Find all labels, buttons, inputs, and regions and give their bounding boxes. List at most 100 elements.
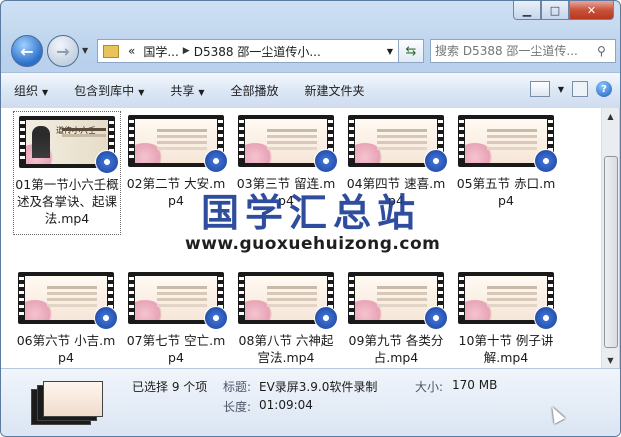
address-bar[interactable]: « 国学... ▶ D5388 邵一尘道传小... ▼: [97, 39, 399, 63]
play-all-label: 全部播放: [230, 84, 279, 98]
stack-thumb: [43, 381, 103, 417]
back-button[interactable]: ←: [11, 35, 43, 67]
film-perforation: [349, 120, 354, 162]
details-pane: 已选择 9 个项 标题: EV录屏3.9.0软件录制 大小: 170 MB 长度…: [1, 368, 620, 436]
video-thumbnail: [238, 115, 338, 173]
scroll-up-icon[interactable]: ▲: [602, 108, 619, 124]
new-folder-button[interactable]: 新建文件夹: [292, 82, 378, 99]
film-perforation: [239, 277, 244, 319]
address-prefix[interactable]: «: [124, 44, 139, 58]
file-name: 04第四节 速喜.mp4: [346, 176, 446, 208]
search-box[interactable]: ⚲: [430, 39, 616, 63]
file-item[interactable]: 04第四节 速喜.mp4: [343, 111, 449, 209]
navigation-bar: ← → ▼ « 国学... ▶ D5388 邵一尘道传小... ▼ ⇆ ⚲: [9, 33, 616, 69]
file-item[interactable]: 10第十节 例子讲解.mp4: [453, 268, 559, 366]
refresh-button[interactable]: ⇆: [398, 39, 424, 63]
file-name: 01第一节小六壬概述及各掌诀、起课法.mp4: [15, 177, 119, 226]
video-thumbnail: [128, 115, 228, 173]
file-name: 07第七节 空亡.mp4: [126, 333, 226, 365]
chevron-down-icon[interactable]: ▼: [382, 47, 398, 56]
file-name: 02第二节 大安.mp4: [126, 176, 226, 208]
file-item[interactable]: 道传小六壬 01第一节小六壬概述及各掌诀、起课法.mp4: [13, 111, 121, 235]
close-button[interactable]: ✕: [569, 1, 614, 20]
chevron-down-icon: ▼: [42, 88, 49, 97]
selected-count: 已选择 9 个项: [132, 380, 208, 394]
scroll-down-icon[interactable]: ▼: [602, 352, 619, 368]
recent-pages-dropdown[interactable]: ▼: [82, 46, 88, 55]
maximize-button[interactable]: □: [541, 1, 569, 20]
media-player-icon: [314, 149, 338, 173]
watermark-url: www.guoxuehuizong.com: [185, 234, 441, 254]
caption-buttons: ▁ □ ✕: [513, 1, 614, 20]
search-input[interactable]: [431, 43, 597, 59]
media-player-icon: [424, 306, 448, 330]
share-menu[interactable]: 共享 ▼: [157, 82, 217, 99]
person-image: [32, 126, 50, 158]
video-thumbnail: [458, 115, 558, 173]
preview-pane-icon[interactable]: [572, 81, 588, 97]
vertical-scrollbar[interactable]: ▲ ▼: [601, 108, 619, 368]
title-value: EV录屏3.9.0软件录制: [259, 380, 378, 394]
video-thumbnail: [128, 272, 228, 330]
file-item[interactable]: 06第六节 小吉.mp4: [13, 268, 119, 366]
play-all-button[interactable]: 全部播放: [218, 82, 292, 99]
video-thumbnail: [458, 272, 558, 330]
address-segment-2[interactable]: D5388 邵一尘道传小...: [190, 43, 325, 60]
video-thumbnail: [238, 272, 338, 330]
film-perforation: [459, 277, 464, 319]
file-item[interactable]: 03第三节 留连.mp4: [233, 111, 339, 209]
selection-stack-icon: [31, 379, 109, 425]
file-name: 09第九节 各类分占.mp4: [348, 333, 444, 365]
chevron-down-icon: ▼: [198, 88, 205, 97]
minimize-button[interactable]: ▁: [513, 1, 541, 20]
film-perforation: [20, 121, 25, 163]
media-player-icon: [204, 149, 228, 173]
view-options-icon[interactable]: [529, 81, 550, 97]
chevron-down-icon[interactable]: ▼: [558, 85, 564, 94]
arrow-right-icon: →: [56, 41, 70, 61]
file-item[interactable]: 08第八节 六神起宫法.mp4: [233, 268, 339, 366]
include-library-menu[interactable]: 包含到库中 ▼: [61, 82, 157, 99]
video-thumbnail: [18, 272, 118, 330]
new-folder-label: 新建文件夹: [304, 84, 365, 98]
file-item[interactable]: 09第九节 各类分占.mp4: [343, 268, 449, 366]
file-name: 08第八节 六神起宫法.mp4: [238, 333, 334, 365]
media-player-icon: [95, 150, 119, 174]
media-player-icon: [204, 306, 228, 330]
thumbnail-caption: 道传小六壬: [56, 126, 96, 135]
chevron-right-icon[interactable]: ▶: [183, 46, 190, 56]
explorer-window: ▁ □ ✕ ← → ▼ « 国学... ▶ D5388 邵一尘道传小... ▼ …: [0, 0, 621, 437]
organize-label: 组织: [14, 84, 39, 98]
media-player-icon: [534, 149, 558, 173]
file-item[interactable]: 07第七节 空亡.mp4: [123, 268, 229, 366]
video-thumbnail: [348, 272, 448, 330]
film-perforation: [129, 277, 134, 319]
file-list: 道传小六壬 01第一节小六壬概述及各掌诀、起课法.mp4 02第二节 大安.mp…: [1, 108, 601, 368]
film-perforation: [459, 120, 464, 162]
film-perforation: [129, 120, 134, 162]
forward-button[interactable]: →: [47, 35, 79, 67]
folder-icon: [103, 44, 119, 58]
film-perforation: [349, 277, 354, 319]
title-label: 标题:: [223, 380, 252, 394]
chevron-down-icon: ▼: [138, 88, 145, 97]
file-name: 05第五节 赤口.mp4: [456, 176, 556, 208]
include-library-label: 包含到库中: [74, 84, 135, 98]
media-player-icon: [94, 306, 118, 330]
help-icon[interactable]: ?: [596, 81, 612, 97]
file-item[interactable]: 05第五节 赤口.mp4: [453, 111, 559, 209]
search-icon[interactable]: ⚲: [597, 44, 606, 58]
file-name: 03第三节 留连.mp4: [236, 176, 336, 208]
refresh-icon: ⇆: [405, 43, 417, 59]
scroll-thumb[interactable]: [604, 156, 618, 348]
length-value: 01:09:04: [259, 398, 313, 412]
file-item[interactable]: 02第二节 大安.mp4: [123, 111, 229, 209]
arrow-left-icon: ←: [20, 41, 34, 61]
file-name: 06第六节 小吉.mp4: [16, 333, 116, 365]
organize-menu[interactable]: 组织 ▼: [1, 82, 61, 99]
file-name: 10第十节 例子讲解.mp4: [458, 333, 554, 365]
media-player-icon: [314, 306, 338, 330]
film-perforation: [19, 277, 24, 319]
view-tools: ▼ ?: [529, 81, 612, 97]
address-segment-1[interactable]: 国学...: [139, 43, 182, 60]
